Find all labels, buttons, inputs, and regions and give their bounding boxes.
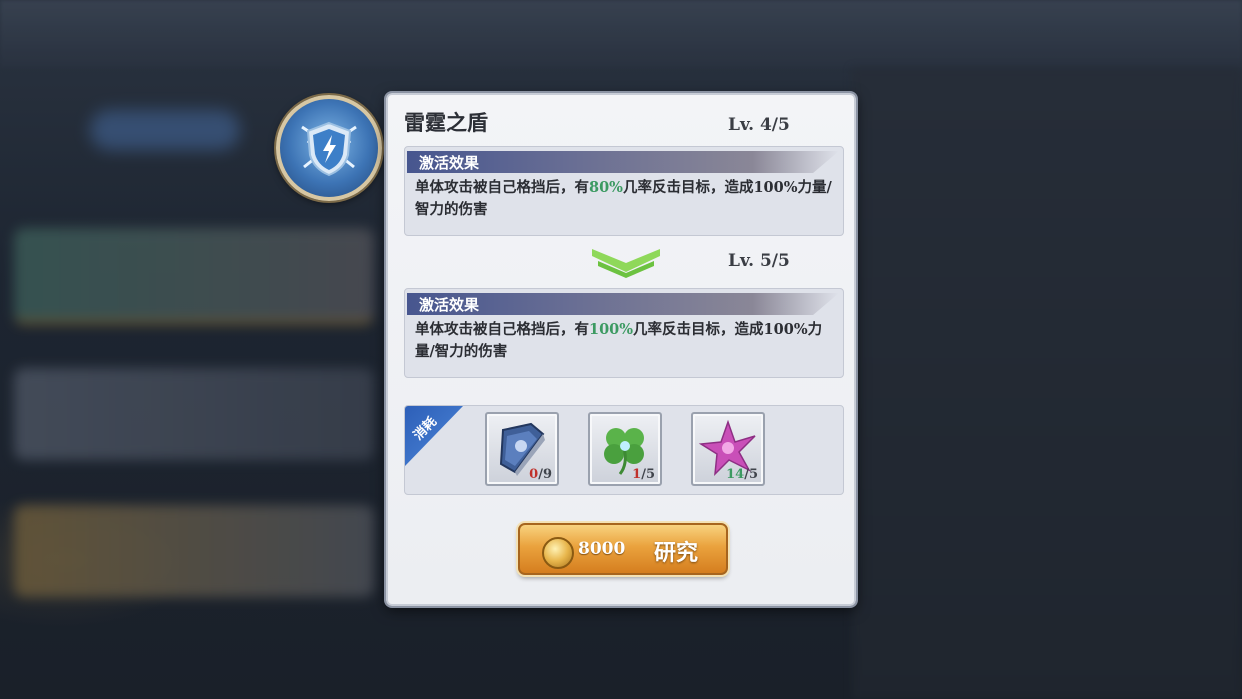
effect-header-banner: 激活效果 bbox=[407, 151, 839, 173]
coin-icon bbox=[542, 537, 574, 569]
material-count: 1/5 bbox=[632, 467, 655, 482]
background-card bbox=[14, 228, 374, 324]
material-slot-flower[interactable]: 14/5 bbox=[691, 412, 765, 486]
background-card bbox=[14, 505, 374, 597]
skill-name: 雷霆之盾 bbox=[404, 111, 488, 135]
effect-chance: 100% bbox=[589, 321, 634, 338]
background-card bbox=[14, 368, 374, 460]
thunder-shield-icon bbox=[276, 95, 382, 201]
research-cost: 8000 bbox=[578, 539, 626, 559]
chevron-down-icon bbox=[592, 249, 660, 278]
next-level: Lv. 5/5 bbox=[728, 251, 790, 271]
material-count: 14/5 bbox=[726, 467, 758, 482]
consume-box: 消耗 0/9 1/5 14/5 bbox=[404, 405, 844, 495]
background-tab bbox=[90, 110, 240, 150]
next-effect-box: 激活效果 单体攻击被自己格挡后，有100%几率反击目标，造成100%力量/智力的… bbox=[404, 288, 844, 378]
consume-label: 消耗 bbox=[410, 414, 440, 444]
research-button-label: 研究 bbox=[654, 541, 699, 566]
effect-description: 单体攻击被自己格挡后，有100%几率反击目标，造成100%力量/智力的伤害 bbox=[415, 321, 823, 360]
background-right-area bbox=[852, 68, 1242, 699]
skill-upgrade-panel: 雷霆之盾 Lv. 4/5 激活效果 单体攻击被自己格挡后，有80%几率反击目标，… bbox=[386, 93, 856, 606]
current-effect-box: 激活效果 单体攻击被自己格挡后，有80%几率反击目标，造成100%力量/智力的伤… bbox=[404, 146, 844, 236]
material-slot-clover[interactable]: 1/5 bbox=[588, 412, 662, 486]
material-count: 0/9 bbox=[529, 467, 552, 482]
effect-description: 单体攻击被自己格挡后，有80%几率反击目标，造成100%力量/智力的伤害 bbox=[415, 179, 832, 218]
current-level: Lv. 4/5 bbox=[728, 115, 790, 135]
consume-tag: 消耗 bbox=[405, 406, 463, 466]
effect-header: 激活效果 bbox=[419, 296, 480, 314]
effect-chance: 80% bbox=[589, 179, 623, 196]
research-button[interactable]: 8000 研究 bbox=[518, 523, 728, 575]
background-top-bar bbox=[0, 0, 1242, 68]
effect-header-banner: 激活效果 bbox=[407, 293, 839, 315]
effect-header: 激活效果 bbox=[419, 154, 480, 172]
material-slot-book[interactable]: 0/9 bbox=[485, 412, 559, 486]
